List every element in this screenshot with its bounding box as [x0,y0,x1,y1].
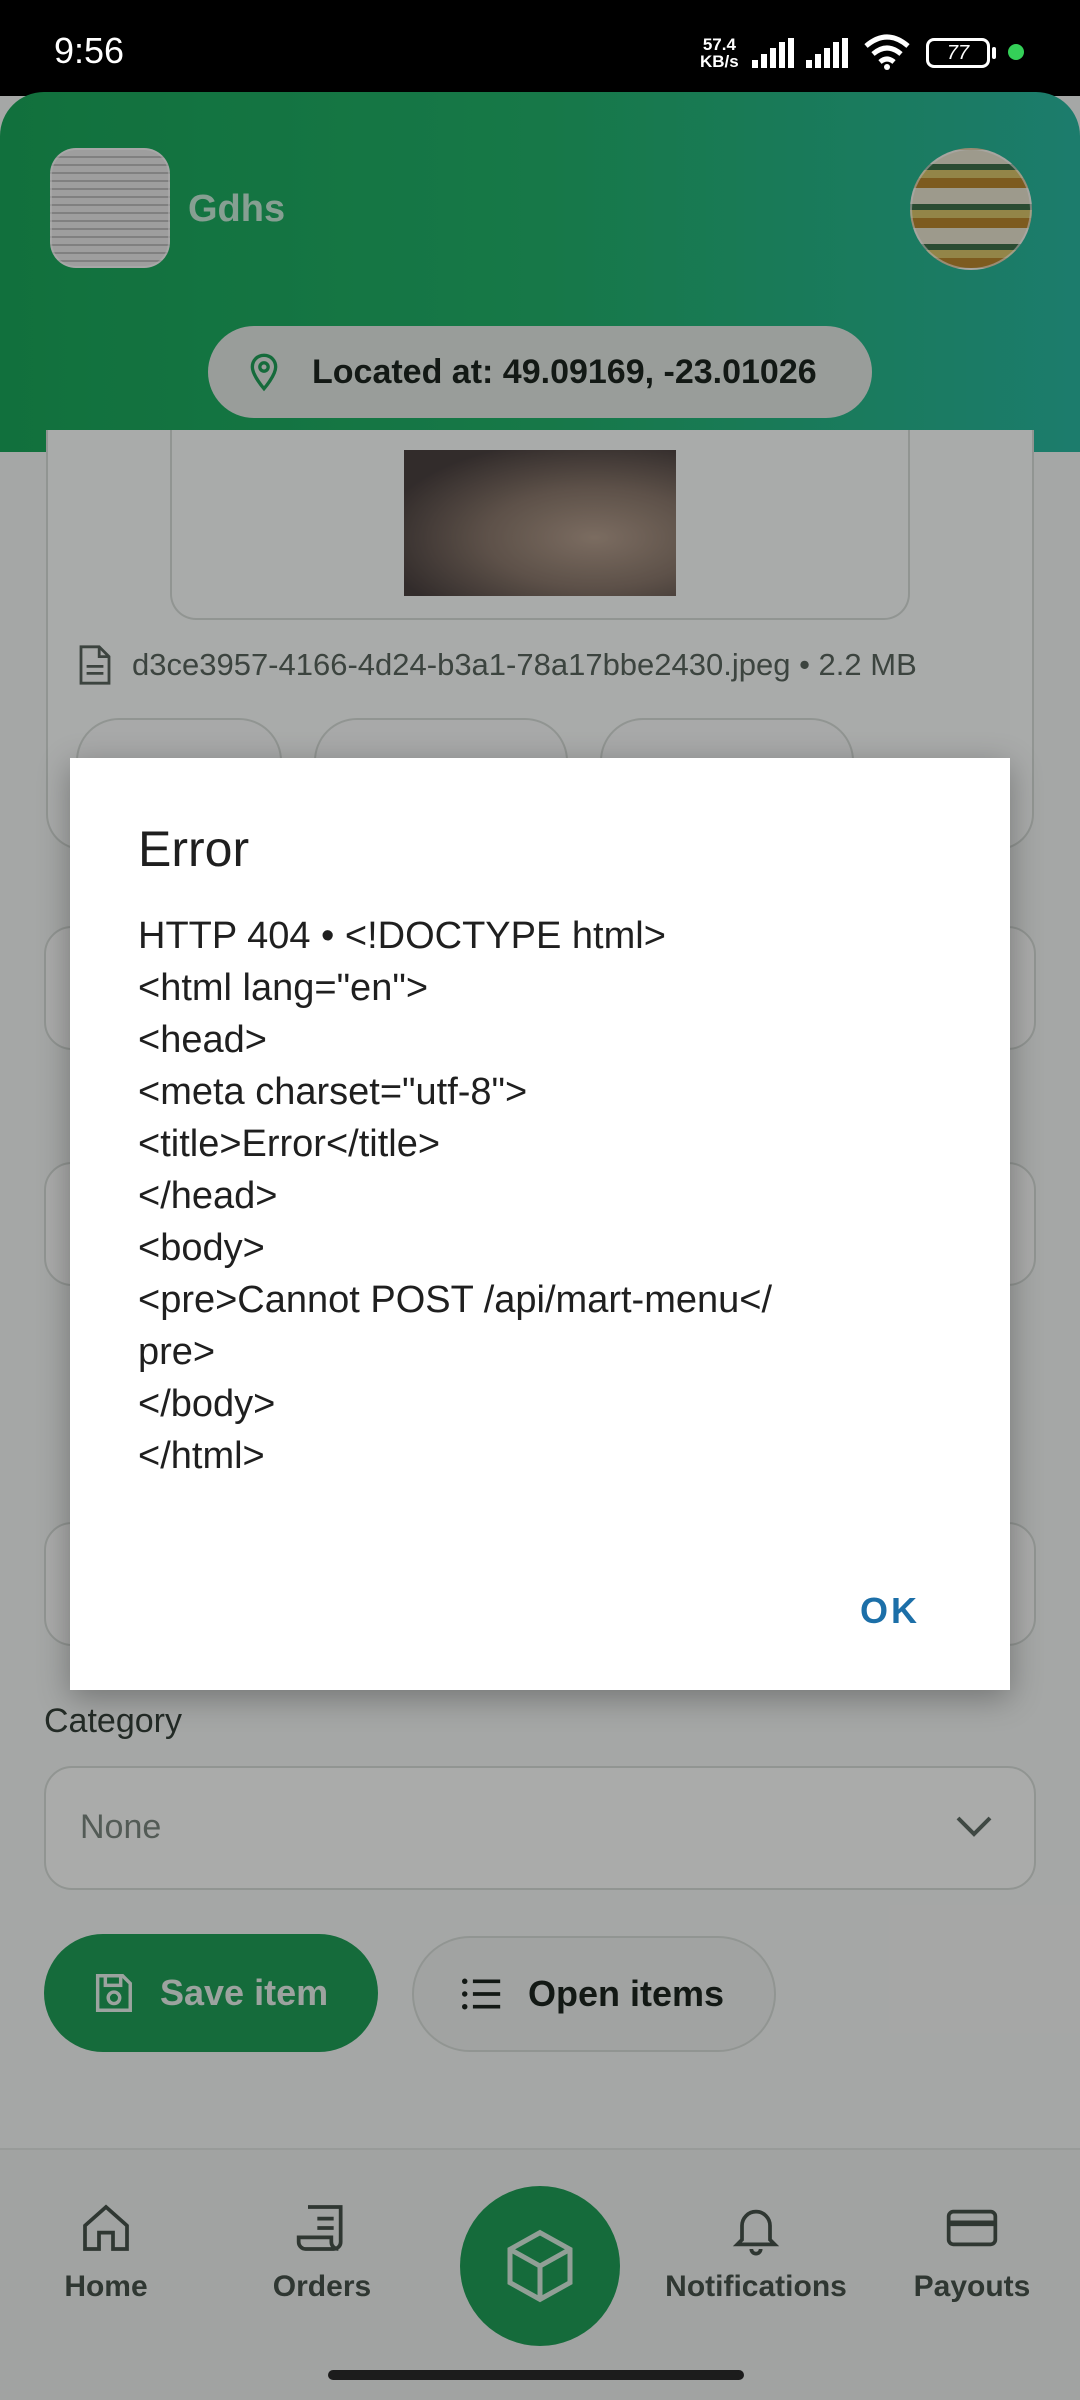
battery-tip [992,47,996,59]
wifi-icon [864,34,910,70]
dialog-title: Error [138,821,250,877]
status-bar: 9:56 57.4 KB/s 77 [0,0,1080,96]
status-time: 9:56 [54,30,125,71]
signal-icon-2 [806,38,848,68]
battery-icon: 77 [926,38,990,68]
ok-button[interactable]: OK [860,1590,920,1632]
network-speed: 57.4 KB/s [700,35,739,71]
privacy-indicator-dot [1008,44,1024,60]
dialog-message: HTTP 404 • <!DOCTYPE html> <html lang="e… [138,915,773,1477]
signal-icon [752,38,794,68]
error-dialog: Error HTTP 404 • <!DOCTYPE html> <html l… [70,758,1010,1690]
